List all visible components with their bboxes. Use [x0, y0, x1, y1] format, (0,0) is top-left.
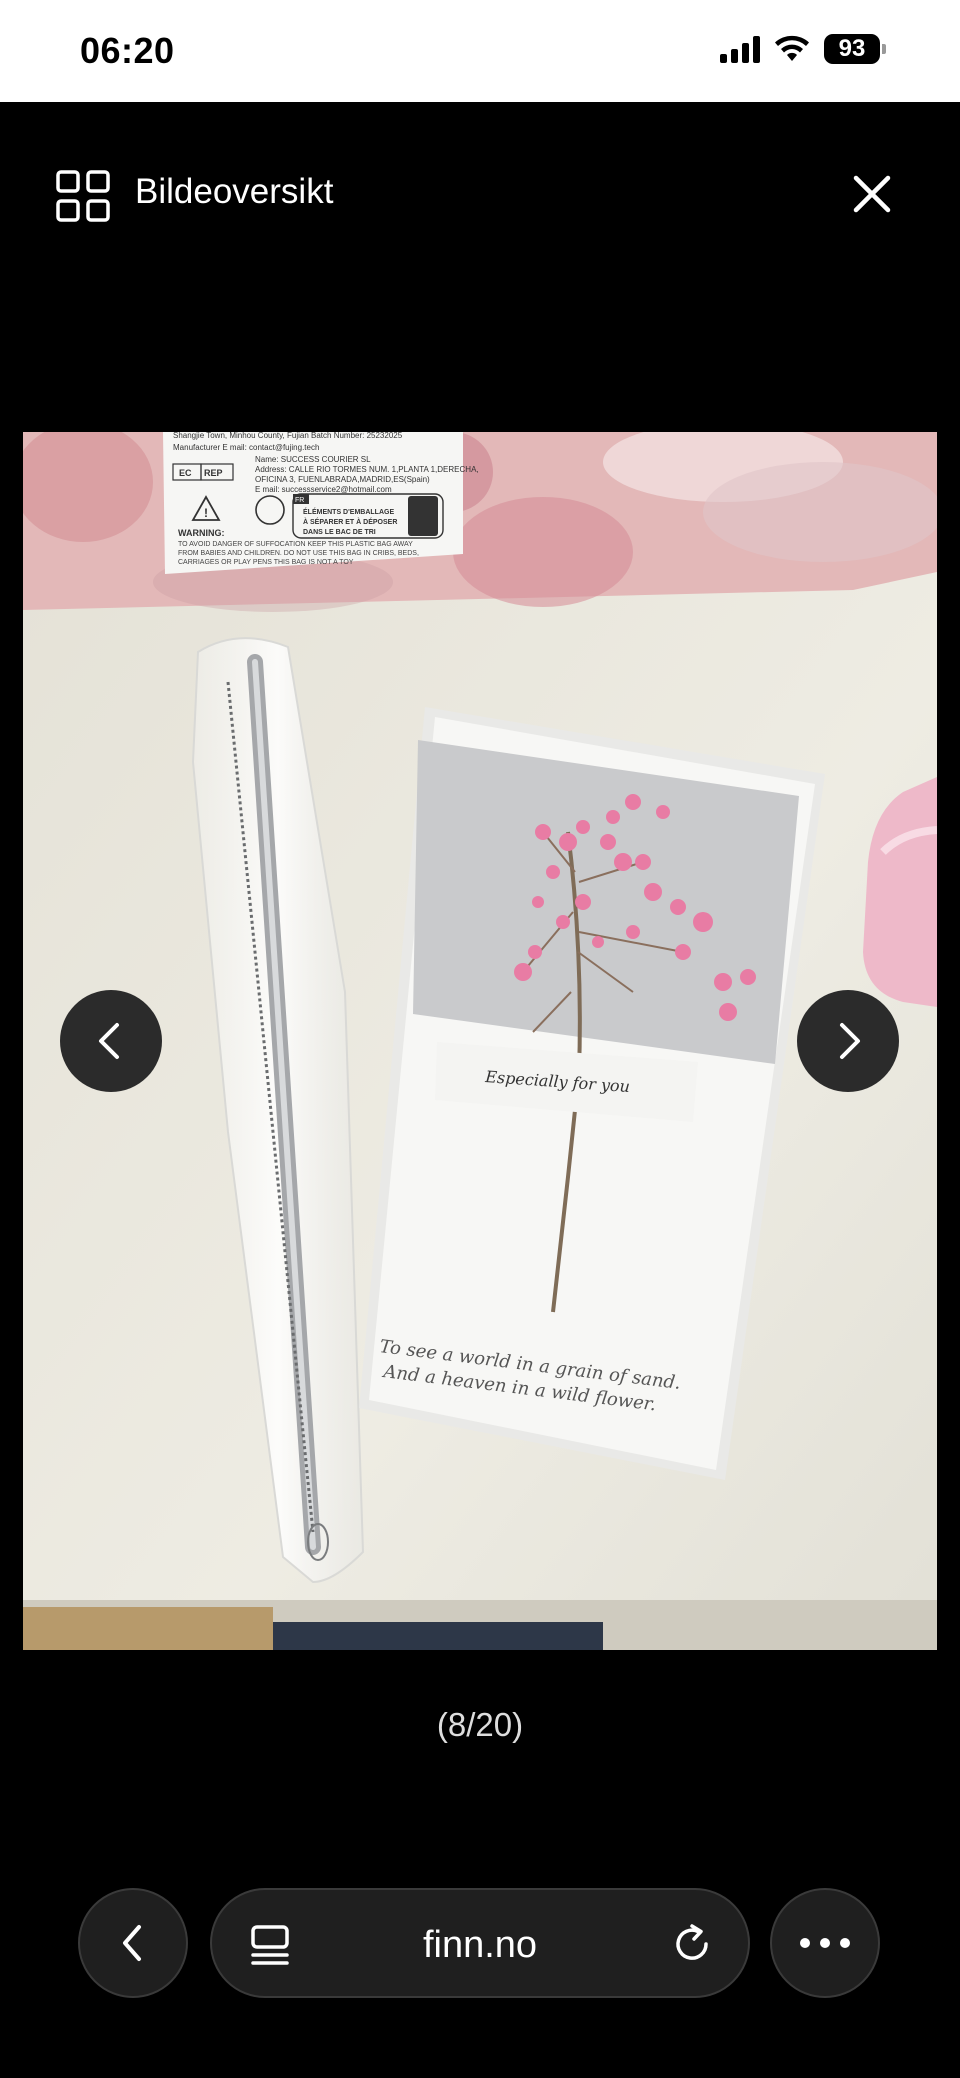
- svg-text:REP: REP: [204, 468, 223, 478]
- battery-indicator: 93: [824, 34, 886, 64]
- url-text: finn.no: [422, 1924, 538, 1966]
- svg-text:ÉLÉMENTS D'EMBALLAGE: ÉLÉMENTS D'EMBALLAGE: [303, 507, 394, 516]
- browser-toolbar: finn.no: [0, 1860, 960, 2078]
- address-bar[interactable]: finn.no: [210, 1888, 750, 1998]
- svg-text:DANS LE BAC DE TRI: DANS LE BAC DE TRI: [303, 529, 376, 536]
- svg-text:CARRIAGES OR PLAY PENS THIS BA: CARRIAGES OR PLAY PENS THIS BAG IS NOT A…: [178, 559, 354, 566]
- chevron-left-icon: [99, 1023, 119, 1059]
- reload-icon[interactable]: [670, 1922, 714, 1966]
- status-time: 06:20: [80, 30, 175, 71]
- svg-text:!: !: [204, 506, 208, 520]
- svg-text:OFICINA 3, FUENLABRADA,MADRID,: OFICINA 3, FUENLABRADA,MADRID,ES(Spain): [255, 475, 430, 484]
- grid-icon[interactable]: [56, 170, 112, 224]
- close-icon[interactable]: [848, 170, 896, 218]
- page-title: Bildeoversikt: [135, 172, 334, 211]
- svg-text:Address: CALLE RIO TORMES NUM.: Address: CALLE RIO TORMES NUM. 1,PLANTA …: [255, 465, 479, 474]
- svg-text:Manufacturer E mail: contact@f: Manufacturer E mail: contact@fujing.tech: [173, 443, 319, 452]
- status-bar: 06:20 93: [0, 0, 960, 102]
- status-icons: 93: [720, 34, 886, 64]
- svg-text:WARNING:: WARNING:: [178, 528, 225, 538]
- back-button[interactable]: [78, 1888, 188, 1998]
- svg-text:FROM BABIES AND CHILDREN. DO N: FROM BABIES AND CHILDREN. DO NOT USE THI…: [178, 550, 419, 557]
- more-button[interactable]: [770, 1888, 880, 1998]
- chevron-left-icon: [123, 1925, 141, 1961]
- chevron-right-icon: [840, 1023, 860, 1059]
- svg-text:EC: EC: [179, 468, 192, 478]
- viewer-header: Bildeoversikt: [0, 102, 960, 282]
- svg-text:À SÉPARER ET À DÉPOSER: À SÉPARER ET À DÉPOSER: [303, 517, 397, 526]
- next-image-button[interactable]: [797, 990, 899, 1092]
- svg-text:Shangjie Town, Minhou County,: Shangjie Town, Minhou County, Fujian Bat…: [173, 432, 403, 440]
- wifi-icon: [775, 35, 809, 61]
- svg-text:TO AVOID DANGER OF SUFFOCATION: TO AVOID DANGER OF SUFFOCATION KEEP THIS…: [178, 541, 413, 548]
- image-counter: (8/20): [436, 1706, 524, 1743]
- signal-icon: [720, 35, 760, 63]
- svg-text:Name: SUCCESS COURIER SL: Name: SUCCESS COURIER SL: [255, 455, 371, 464]
- more-icon: [800, 1938, 850, 1948]
- svg-text:FR: FR: [295, 497, 304, 504]
- previous-image-button[interactable]: [60, 990, 162, 1092]
- box-label: Shangjie Town, Minhou County, Fujian Bat…: [163, 432, 479, 574]
- svg-text:E mail: successservice2@hotmai: E mail: successservice2@hotmail.com: [255, 485, 392, 494]
